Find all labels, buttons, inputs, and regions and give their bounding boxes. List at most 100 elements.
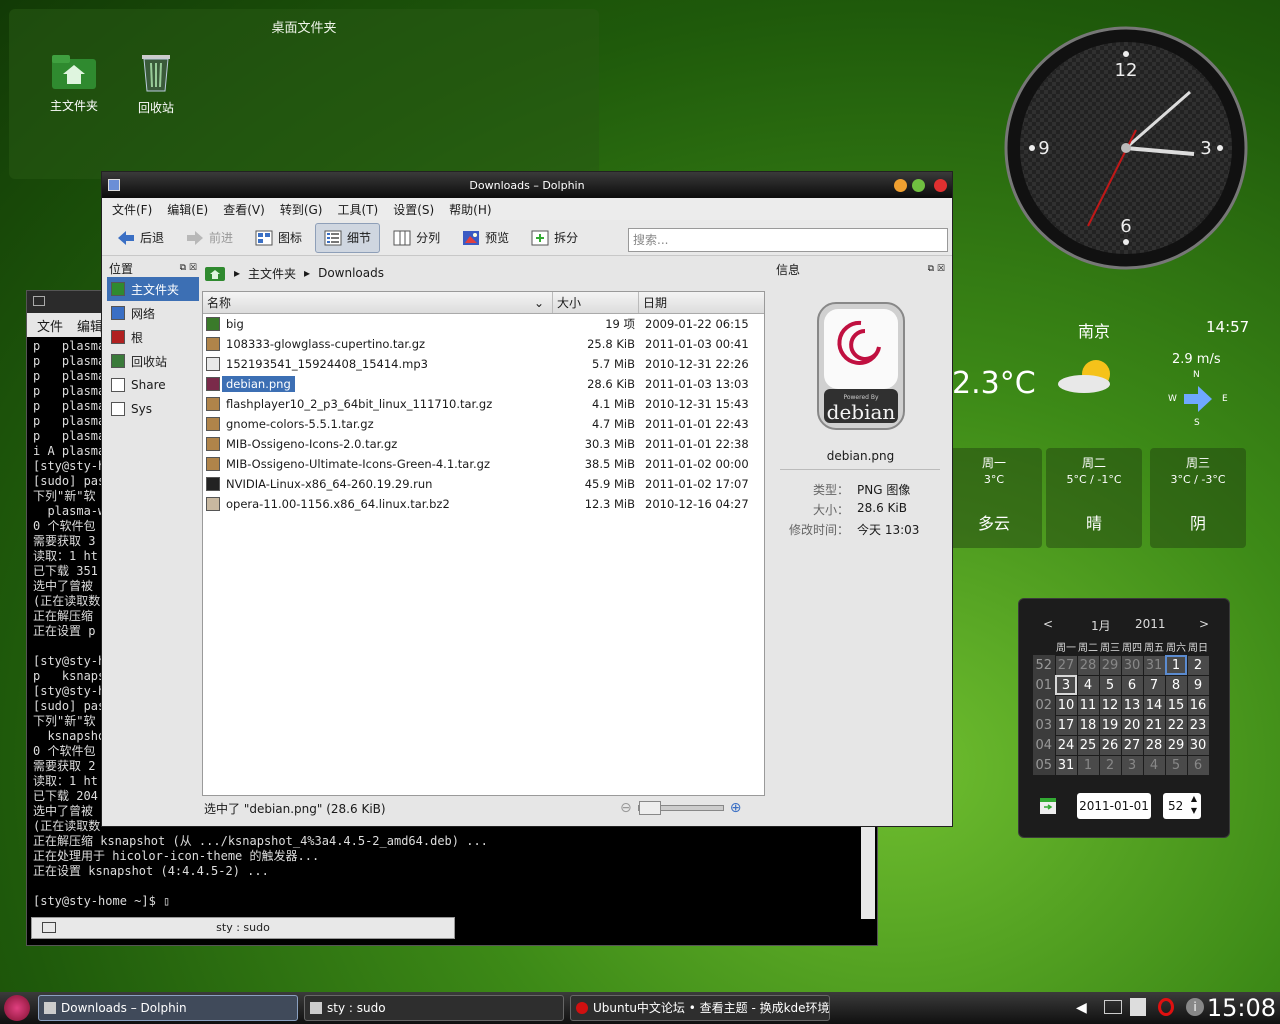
calendar-day[interactable]: 26	[1098, 734, 1122, 756]
menu-edit[interactable]: 编辑(E)	[167, 201, 208, 218]
konsole-menu-edit[interactable]: 编辑	[77, 316, 103, 335]
calendar-next-button[interactable]: >	[1199, 617, 1209, 631]
zoom-slider-handle[interactable]	[638, 801, 661, 815]
calendar-day[interactable]: 5	[1098, 674, 1122, 696]
file-row[interactable]: 108333-glowglass-cupertino.tar.gz 25.8 Ki…	[203, 334, 764, 354]
calendar-day[interactable]: 23	[1186, 714, 1210, 736]
calendar-day[interactable]: 17	[1054, 714, 1078, 736]
calendar-day[interactable]: 12	[1098, 694, 1122, 716]
calendar-day[interactable]: 6	[1186, 754, 1210, 776]
calendar-day[interactable]: 5	[1164, 754, 1188, 776]
calendar-day[interactable]: 30	[1186, 734, 1210, 756]
calendar-day[interactable]: 11	[1076, 694, 1100, 716]
back-button[interactable]: 后退	[108, 223, 173, 253]
opera-tray-icon[interactable]	[1158, 998, 1174, 1016]
calendar-day[interactable]: 9	[1186, 674, 1210, 696]
desktop-icon-trash[interactable]: 回收站	[111, 49, 201, 116]
calendar-day[interactable]: 29	[1164, 734, 1188, 756]
konsole-menu-file[interactable]: 文件	[37, 316, 63, 335]
calendar-day[interactable]: 4	[1142, 754, 1166, 776]
file-row[interactable]: opera-11.00-1156.x86_64.linux.tar.bz2 12.…	[203, 494, 764, 514]
calendar-day[interactable]: 18	[1076, 714, 1100, 736]
file-row[interactable]: gnome-colors-5.5.1.tar.gz 4.7 MiB 2011-01-…	[203, 414, 764, 434]
panel-float-close-icons[interactable]: ⧉ ☒	[928, 264, 945, 274]
menu-settings[interactable]: 设置(S)	[393, 201, 434, 218]
search-input[interactable]: 搜索...	[628, 228, 948, 252]
calendar-day[interactable]: 28	[1142, 734, 1166, 756]
menu-tools[interactable]: 工具(T)	[337, 201, 378, 218]
places-item[interactable]: 根	[107, 325, 199, 349]
calendar-day[interactable]: 2	[1186, 654, 1210, 676]
calendar-day[interactable]: 19	[1098, 714, 1122, 736]
icons-view-button[interactable]: 图标	[246, 223, 311, 253]
zoom-in-icon[interactable]: ⊕	[730, 800, 742, 816]
column-header-date[interactable]: 日期	[639, 292, 763, 313]
calendar-day[interactable]: 3	[1120, 754, 1144, 776]
task-konsole[interactable]: sty : sudo	[304, 995, 564, 1021]
systray-collapse-icon[interactable]: ◀	[1076, 1000, 1087, 1016]
calendar-day[interactable]: 1	[1164, 654, 1188, 676]
split-button[interactable]: 拆分	[522, 223, 587, 253]
calendar-day[interactable]: 20	[1120, 714, 1144, 736]
columns-view-button[interactable]: 分列	[384, 223, 449, 253]
breadcrumb-separator-icon[interactable]: ▸	[304, 266, 310, 280]
calendar-day[interactable]: 24	[1054, 734, 1078, 756]
file-row[interactable]: 152193541_15924408_15414.mp3 5.7 MiB 2010-…	[203, 354, 764, 374]
calendar-day[interactable]: 27	[1120, 734, 1144, 756]
calendar-day[interactable]: 6	[1120, 674, 1144, 696]
spin-arrows-icon[interactable]: ▲ ▼	[1191, 793, 1197, 817]
menu-view[interactable]: 查看(V)	[223, 201, 265, 218]
preview-button[interactable]: 预览	[453, 223, 518, 253]
home-folder-icon[interactable]	[204, 264, 226, 282]
calendar-day[interactable]: 8	[1164, 674, 1188, 696]
calendar-day[interactable]: 21	[1142, 714, 1166, 736]
kickoff-launcher-icon[interactable]	[4, 995, 30, 1021]
calendar-day[interactable]: 30	[1120, 654, 1144, 676]
file-row[interactable]: MIB-Ossigeno-Ultimate-Icons-Green-4.1.ta…	[203, 454, 764, 474]
column-header-name[interactable]: 名称 ⌄	[203, 292, 553, 313]
calendar-day[interactable]: 13	[1120, 694, 1144, 716]
places-item[interactable]: Sys	[107, 397, 199, 421]
calendar-date-input[interactable]: 2011-01-01	[1077, 793, 1151, 819]
dolphin-titlebar[interactable]: Downloads – Dolphin	[102, 172, 952, 198]
file-row[interactable]: debian.png 28.6 KiB 2011-01-03 13:03	[203, 374, 764, 394]
calendar-day[interactable]: 16	[1186, 694, 1210, 716]
menu-file[interactable]: 文件(F)	[112, 201, 152, 218]
calendar-day[interactable]: 22	[1164, 714, 1188, 736]
zoom-out-icon[interactable]: ⊖	[620, 800, 632, 816]
desktop-icon-home[interactable]: 主文件夹	[29, 51, 119, 114]
calendar-prev-button[interactable]: <	[1043, 617, 1053, 631]
calendar-day[interactable]: 14	[1142, 694, 1166, 716]
calendar-day[interactable]: 29	[1098, 654, 1122, 676]
minimize-button[interactable]	[894, 179, 907, 192]
column-header-size[interactable]: 大小	[553, 292, 639, 313]
calendar-day[interactable]: 2	[1098, 754, 1122, 776]
calendar-week-spinbox[interactable]: 52 ▲ ▼	[1163, 793, 1201, 819]
taskbar-clock[interactable]: 15:08	[1207, 994, 1276, 1022]
keyboard-icon[interactable]	[1104, 1000, 1122, 1014]
task-dolphin[interactable]: Downloads – Dolphin	[38, 995, 298, 1021]
panel-float-close-icons[interactable]: ⧉ ☒	[180, 263, 197, 273]
calendar-day[interactable]: 31	[1054, 754, 1078, 776]
konsole-tab[interactable]: sty : sudo	[31, 917, 455, 939]
calendar-day[interactable]: 10	[1054, 694, 1078, 716]
places-item[interactable]: 回收站	[107, 349, 199, 373]
breadcrumb-current[interactable]: Downloads	[318, 266, 384, 280]
file-row[interactable]: NVIDIA-Linux-x86_64-260.19.29.run 45.9 Mi…	[203, 474, 764, 494]
calendar-day[interactable]: 27	[1054, 654, 1078, 676]
zoom-slider[interactable]	[637, 801, 724, 815]
calendar-month[interactable]: 1月	[1091, 617, 1111, 634]
calendar-day[interactable]: 25	[1076, 734, 1100, 756]
calendar-day[interactable]: 31	[1142, 654, 1166, 676]
task-opera[interactable]: Ubuntu中文论坛 • 查看主题 - 换成kde环境的	[570, 995, 830, 1021]
calendar-day[interactable]: 1	[1076, 754, 1100, 776]
file-list-view[interactable]: 名称 ⌄ 大小 日期 big 19 项 2009-01-22 06:15 108333…	[202, 291, 765, 796]
file-row[interactable]: MIB-Ossigeno-Icons-2.0.tar.gz 30.3 MiB 201…	[203, 434, 764, 454]
calendar-day[interactable]: 4	[1076, 674, 1100, 696]
calendar-day[interactable]: 3	[1054, 674, 1078, 696]
clipboard-icon[interactable]	[1130, 998, 1146, 1016]
info-notification-icon[interactable]: i	[1186, 998, 1204, 1016]
maximize-button[interactable]	[912, 179, 925, 192]
breadcrumb-separator-icon[interactable]: ▸	[234, 266, 240, 280]
calendar-year[interactable]: 2011	[1135, 617, 1166, 631]
